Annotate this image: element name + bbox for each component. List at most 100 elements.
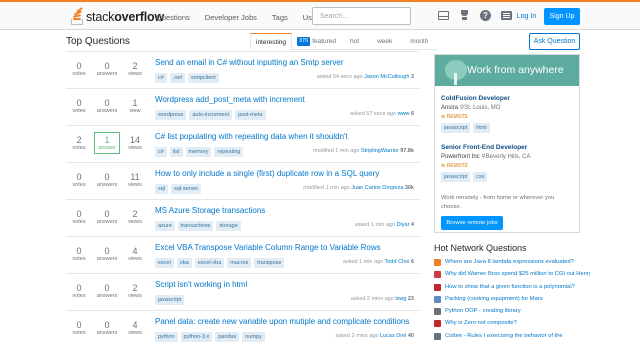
tab-hot[interactable]: hot <box>341 33 368 50</box>
tag[interactable]: repeating <box>214 147 244 157</box>
view-count: 4 views <box>128 246 142 262</box>
tag[interactable]: excel-vba <box>194 258 225 268</box>
tag[interactable]: css <box>473 172 488 182</box>
user-link[interactable]: Diyar <box>397 222 410 228</box>
browse-remote-jobs-button[interactable]: Browse remote jobs <box>441 216 503 230</box>
nav-developer-jobs[interactable]: Developer Jobs <box>205 13 257 22</box>
question-tags: c# list memory repeating <box>155 147 246 157</box>
user-link[interactable]: Juan Carlos Oropeza <box>351 185 403 191</box>
job-company: Powerfront Inc ⚲Beverly Hills, CA <box>441 154 531 160</box>
tag[interactable]: auto-increment <box>189 110 233 120</box>
tab-interesting[interactable]: interesting <box>250 33 292 50</box>
user-link[interactable]: StriplingWarrior <box>361 148 399 154</box>
tag[interactable]: sql-server <box>171 184 202 194</box>
logo-text: stackoverflow <box>86 10 164 24</box>
tag[interactable]: c# <box>155 73 167 83</box>
tag[interactable]: pandas <box>215 332 240 342</box>
ask-question-button[interactable]: Ask Question <box>529 33 580 50</box>
question-title-link[interactable]: MS Azure Storage transactions <box>155 206 265 215</box>
tag[interactable]: numpy <box>242 332 265 342</box>
tag[interactable]: javascript <box>441 172 471 182</box>
tab-week[interactable]: week <box>368 33 401 50</box>
site-icon <box>434 283 441 291</box>
question-row: 2 votes 1 answer 14 views C# list populatin… <box>66 125 420 162</box>
help-icon[interactable]: ? <box>480 10 491 21</box>
tag[interactable]: html <box>473 123 490 133</box>
tag[interactable]: excel <box>155 258 174 268</box>
tag[interactable]: macros <box>227 258 252 268</box>
question-meta: asked 1 min ago Todd Choi 6 <box>342 259 414 265</box>
tag[interactable]: c# <box>155 147 167 157</box>
hot-question-link[interactable]: Python OOP - creating library <box>445 307 521 316</box>
answer-count: 0 answers <box>96 172 118 188</box>
user-link[interactable]: Jason McCullough <box>364 74 409 80</box>
trophy-icon[interactable] <box>459 10 470 21</box>
tag[interactable]: vba <box>176 258 192 268</box>
tag[interactable]: transpose <box>254 258 285 268</box>
user-link[interactable]: Lucas Drel <box>380 333 406 339</box>
tag[interactable]: .net <box>169 73 185 83</box>
nav-questions[interactable]: Questions <box>156 13 190 22</box>
hot-question-link[interactable]: Cottee - Rules I exercising the behavior… <box>445 332 563 341</box>
hot-question-link[interactable]: Packing (cooking equipment) for Mars <box>445 295 543 304</box>
tag[interactable]: smtpclient <box>188 73 219 83</box>
view-count: 14 views <box>128 135 142 151</box>
question-title-link[interactable]: C# list populating with repeating data w… <box>155 132 348 141</box>
question-row: 0 votes 0 answers 2 views Send an email in … <box>66 51 420 88</box>
hot-network-list: Where are Java 8 lambda expressions eval… <box>434 258 590 344</box>
nav-tags[interactable]: Tags <box>272 13 288 22</box>
question-tags: javascript <box>155 295 187 305</box>
tag[interactable]: storage <box>216 221 241 231</box>
tag[interactable]: sql <box>155 184 169 194</box>
user-link[interactable]: Todd Choi <box>385 259 410 265</box>
hot-question-link[interactable]: Why is Zero not composite? <box>445 319 517 328</box>
tag[interactable]: python <box>155 332 178 342</box>
user-link[interactable]: lswg <box>395 296 406 302</box>
hot-question-link[interactable]: Where are Java 8 lambda expressions eval… <box>445 258 574 267</box>
stackoverflow-logo[interactable]: stackoverflow <box>70 6 164 26</box>
question-tags: c# .net smtpclient <box>155 73 222 83</box>
site-icon <box>434 332 441 340</box>
tag[interactable]: javascript <box>441 123 471 133</box>
question-tags: sql sql-server <box>155 184 204 194</box>
inbox-icon[interactable] <box>438 11 449 20</box>
hot-question: Where are Java 8 lambda expressions eval… <box>434 258 590 270</box>
question-title-link[interactable]: Send an email in C# without inputting an… <box>155 58 344 67</box>
tag[interactable]: memory <box>185 147 212 157</box>
user-link[interactable]: www <box>397 111 409 117</box>
tab-featured[interactable]: 376 featured <box>292 33 341 50</box>
signup-button[interactable]: Sign Up <box>544 8 580 25</box>
job-title-link[interactable]: ColdFusion Developer <box>441 95 510 102</box>
tag[interactable]: post-meta <box>235 110 266 120</box>
jobs-banner[interactable]: Work from anywhere <box>435 55 579 86</box>
question-title-link[interactable]: Wordpress add_post_meta with increment <box>155 95 305 104</box>
question-title-link[interactable]: Panel data: create new variable upon mut… <box>155 317 409 326</box>
tag[interactable]: azure <box>155 221 175 231</box>
login-link[interactable]: Log In <box>511 8 542 25</box>
answer-count: 0 answers <box>96 209 118 225</box>
question-title-link[interactable]: Excel VBA Transpose Variable Column Rang… <box>155 243 381 252</box>
tag[interactable]: transactions <box>177 221 214 231</box>
hot-question-link[interactable]: Why did Warner Bros spend $25 million to… <box>445 270 590 279</box>
tag[interactable]: python-3.x <box>180 332 213 342</box>
view-count: 2 views <box>128 283 142 299</box>
question-tabs: interesting 376 featured hot week month <box>250 33 438 50</box>
job-title-link[interactable]: Senior Front-End Developer <box>441 144 530 151</box>
site-icon <box>434 308 441 316</box>
answer-count: 0 answers <box>96 246 118 262</box>
question-row: 0 votes 0 answers 2 views MS Azure Storage … <box>66 199 420 236</box>
jobs-description: Work remotely - from home or wherever yo… <box>441 195 555 210</box>
tag[interactable]: list <box>169 147 183 157</box>
hot-question-link[interactable]: How to show that a given function is a p… <box>445 283 575 292</box>
search-input[interactable] <box>312 7 411 25</box>
tag[interactable]: wordpress <box>155 110 187 120</box>
job-tags: javascript css <box>441 172 530 182</box>
tag[interactable]: javascript <box>155 295 185 305</box>
tab-month[interactable]: month <box>401 33 437 50</box>
remote-badge: ≋ REMOTE <box>441 114 468 120</box>
question-title-link[interactable]: How to only include a single (first) dup… <box>155 169 379 178</box>
question-title-link[interactable]: Script isn't working in html <box>155 280 247 289</box>
user-reputation: 4 <box>410 222 414 228</box>
vote-count: 0 votes <box>72 209 86 225</box>
user-reputation: 3 <box>410 74 414 80</box>
